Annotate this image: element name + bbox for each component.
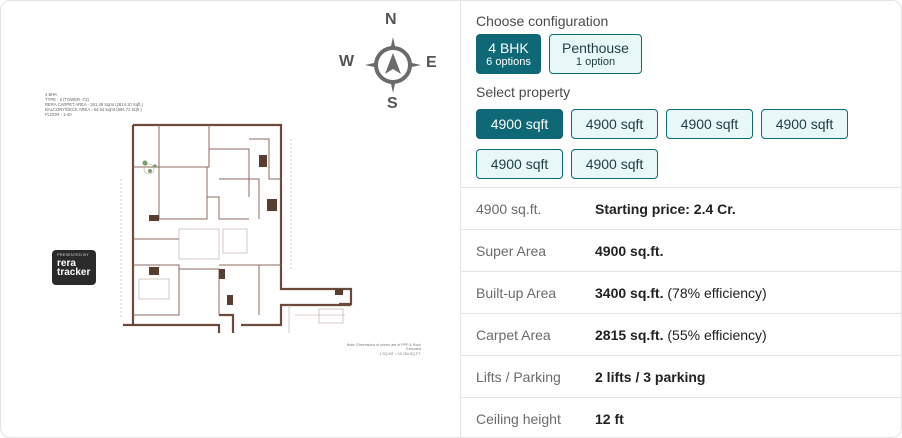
detail-row-price: 4900 sq.ft. Starting price: 2.4 Cr.: [461, 187, 901, 229]
config-option-penthouse[interactable]: Penthouse 1 option: [549, 34, 642, 74]
detail-row-super-area: Super Area 4900 sq.ft.: [461, 229, 901, 271]
badge-caption: PRESENTED BY: [57, 253, 89, 257]
property-option-1[interactable]: 4900 sqft: [476, 109, 563, 139]
detail-row-ceiling-height: Ceiling height 12 ft: [461, 397, 901, 437]
detail-value-rest: (78% efficiency): [663, 284, 767, 301]
badge-brand-line2: tracker: [57, 267, 91, 278]
compass: N S W E: [337, 11, 447, 115]
config-option-name: 4 BHK: [488, 39, 529, 56]
compass-north: N: [385, 11, 397, 28]
plan-note: FLOOR - 1-40: [45, 112, 72, 117]
property-option-3[interactable]: 4900 sqft: [666, 109, 753, 139]
floorplan-panel: N S W E 4 BHK TYPE - 3 (TOWER -T3) RERA …: [1, 1, 460, 437]
property-option-2[interactable]: 4900 sqft: [571, 109, 658, 139]
floorplan-footnote: Note: Dimensions of rooms are of PPP & R…: [331, 343, 421, 356]
detail-label: 4900 sq.ft.: [476, 200, 542, 217]
property-option-4[interactable]: 4900 sqft: [761, 109, 848, 139]
property-title: Select property: [476, 84, 571, 100]
detail-value: 12 ft: [595, 411, 624, 427]
floorplan-notes: 4 BHK TYPE - 3 (TOWER -T3) RERA CARPET A…: [45, 92, 143, 117]
property-card: N S W E 4 BHK TYPE - 3 (TOWER -T3) RERA …: [0, 0, 902, 438]
detail-row-carpet-area: Carpet Area 2815 sq.ft. (55% efficiency): [461, 313, 901, 355]
floorplan-drawing: [120, 123, 353, 333]
detail-label: Lifts / Parking: [476, 368, 561, 385]
detail-label: Carpet Area: [476, 326, 551, 343]
detail-value-bold: 2815 sq.ft.: [595, 326, 664, 343]
property-option-5[interactable]: 4900 sqft: [476, 149, 563, 179]
detail-value-bold: Starting price: 2.4 Cr.: [595, 200, 736, 217]
detail-value-rest: (55% efficiency): [663, 326, 767, 343]
detail-value-bold: 3400 sq.ft.: [595, 284, 664, 301]
detail-value: 2 lifts / 3 parking: [595, 369, 705, 385]
detail-label: Ceiling height: [476, 410, 561, 427]
detail-label: Built-up Area: [476, 284, 557, 301]
plan-footnote-line: 1 SQ.MT = 10.764 SQ.FT.: [379, 351, 421, 356]
detail-value: 2815 sq.ft. (55% efficiency): [595, 327, 767, 343]
detail-value: 3400 sq.ft. (78% efficiency): [595, 285, 767, 301]
compass-rose-icon: [365, 37, 421, 93]
config-option-count: 6 options: [486, 55, 531, 68]
presented-by-badge: PRESENTED BY rera tracker: [52, 250, 96, 285]
property-option-6[interactable]: 4900 sqft: [571, 149, 658, 179]
details-panel: Choose configuration 4 BHK 6 options Pen…: [461, 1, 901, 437]
detail-row-built-up-area: Built-up Area 3400 sq.ft. (78% efficienc…: [461, 271, 901, 313]
detail-value-bold: 4900 sq.ft.: [595, 242, 664, 259]
compass-east: E: [426, 54, 437, 71]
detail-value-bold: 2 lifts / 3 parking: [595, 368, 706, 385]
detail-value-bold: 12 ft: [595, 410, 624, 427]
config-option-4bhk[interactable]: 4 BHK 6 options: [476, 34, 541, 74]
config-option-count: 1 option: [575, 55, 616, 68]
detail-value: Starting price: 2.4 Cr.: [595, 201, 736, 217]
plan-footnote-line: Note: Dimensions of rooms are of PPP & R…: [346, 343, 421, 352]
compass-west: W: [339, 53, 355, 70]
configuration-title: Choose configuration: [476, 13, 609, 29]
detail-label: Super Area: [476, 242, 547, 259]
config-option-name: Penthouse: [562, 39, 629, 56]
details-table: 4900 sq.ft. Starting price: 2.4 Cr. Supe…: [461, 187, 901, 437]
detail-row-lifts-parking: Lifts / Parking 2 lifts / 3 parking: [461, 355, 901, 397]
compass-south: S: [387, 95, 398, 112]
detail-value: 4900 sq.ft.: [595, 243, 663, 259]
